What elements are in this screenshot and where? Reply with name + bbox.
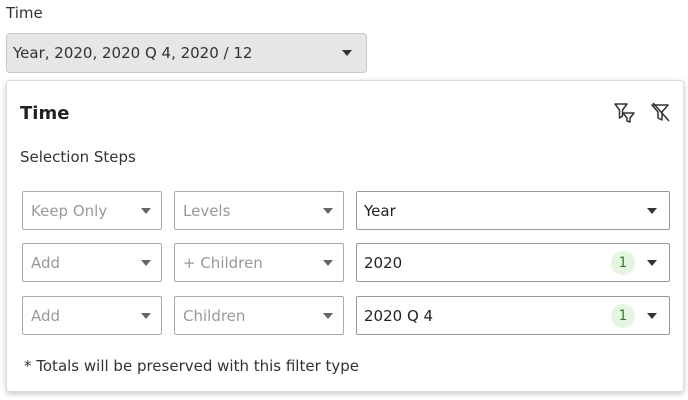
selection-steps-label: Selection Steps	[20, 148, 136, 166]
chevron-down-icon	[323, 312, 333, 319]
totals-note: * Totals will be preserved with this fil…	[24, 357, 360, 375]
chevron-down-icon	[323, 207, 333, 214]
step-member-value: 2020	[364, 253, 403, 272]
step-action-select[interactable]: Keep Only	[22, 191, 162, 230]
selection-step-row: Add + Children 2020 1	[22, 243, 670, 282]
chevron-down-icon	[141, 312, 151, 319]
step-relation-select[interactable]: Levels	[174, 191, 344, 230]
selection-step-row: Add Children 2020 Q 4 1	[22, 296, 670, 335]
chevron-down-icon	[141, 259, 151, 266]
panel-title: Time	[20, 103, 70, 124]
step-relation-value: Levels	[183, 201, 231, 220]
time-filter-value: Year, 2020, 2020 Q 4, 2020 / 12	[13, 44, 253, 62]
filter-panel: Time Selection Steps Keep Only Levels Ye…	[6, 80, 684, 392]
step-action-select[interactable]: Add	[22, 243, 162, 282]
clear-filter-icon[interactable]	[649, 101, 671, 123]
top-filter-label: Time	[6, 4, 43, 22]
step-relation-value: Children	[183, 306, 246, 325]
step-member-select[interactable]: 2020 1	[356, 243, 670, 282]
chevron-down-icon	[342, 50, 352, 56]
step-action-value: Add	[31, 306, 61, 325]
chevron-down-icon	[323, 259, 333, 266]
chevron-down-icon	[647, 207, 657, 214]
step-relation-select[interactable]: + Children	[174, 243, 344, 282]
panel-toolbar	[613, 101, 671, 123]
time-filter-dropdown[interactable]: Year, 2020, 2020 Q 4, 2020 / 12	[6, 33, 367, 73]
step-member-value: Year	[364, 201, 396, 220]
step-action-select[interactable]: Add	[22, 296, 162, 335]
chevron-down-icon	[141, 207, 151, 214]
step-relation-select[interactable]: Children	[174, 296, 344, 335]
filter-icon[interactable]	[613, 101, 635, 123]
step-member-select[interactable]: Year	[356, 191, 670, 230]
step-relation-value: + Children	[183, 253, 263, 272]
step-member-value: 2020 Q 4	[364, 306, 434, 325]
step-action-value: Add	[31, 253, 61, 272]
chevron-down-icon	[647, 259, 657, 266]
step-action-value: Keep Only	[31, 201, 108, 220]
member-count-badge: 1	[611, 303, 635, 328]
step-member-select[interactable]: 2020 Q 4 1	[356, 296, 670, 335]
chevron-down-icon	[647, 312, 657, 319]
member-count-badge: 1	[611, 250, 635, 275]
selection-step-row: Keep Only Levels Year	[22, 191, 670, 230]
